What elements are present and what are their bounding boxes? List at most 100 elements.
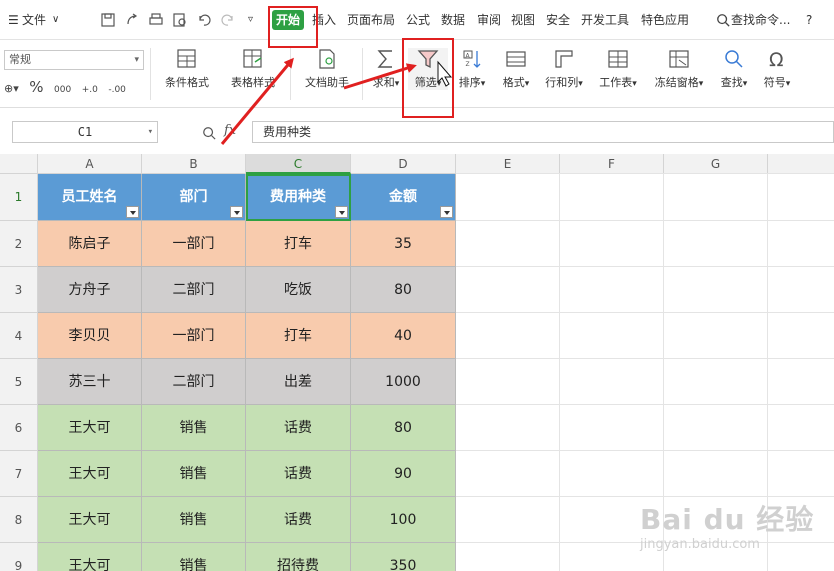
print-icon[interactable] — [148, 12, 164, 28]
cell-amount[interactable]: 80 — [351, 267, 456, 313]
cell-amount[interactable]: 90 — [351, 451, 456, 497]
row-header[interactable]: 8 — [0, 497, 38, 543]
select-all-corner[interactable] — [0, 154, 38, 174]
header-cell-expense-type[interactable]: 费用种类 — [246, 174, 351, 221]
cell-department[interactable]: 一部门 — [142, 221, 246, 267]
cell-expense-type[interactable]: 打车 — [246, 313, 351, 359]
freeze-panes-button[interactable]: 冻结窗格▾ — [650, 48, 708, 90]
column-header-b[interactable]: B — [142, 154, 246, 174]
cell-name[interactable]: 王大可 — [38, 451, 142, 497]
row-header[interactable]: 5 — [0, 359, 38, 405]
fx-icon[interactable]: fx — [224, 123, 236, 138]
cell-department[interactable]: 二部门 — [142, 267, 246, 313]
undo-icon[interactable] — [196, 12, 212, 28]
symbol-button[interactable]: Ω 符号▾ — [758, 48, 796, 90]
row-header[interactable]: 6 — [0, 405, 38, 451]
save-icon[interactable] — [100, 12, 116, 28]
conditional-format-button[interactable]: 条件格式 — [158, 48, 216, 90]
header-cell-department[interactable]: 部门 — [142, 174, 246, 221]
tab-review[interactable]: 审阅 — [477, 0, 501, 40]
cell-name[interactable]: 王大可 — [38, 497, 142, 543]
column-header-d[interactable]: D — [351, 154, 456, 174]
row-header[interactable]: 3 — [0, 267, 38, 313]
decrease-decimal-button[interactable]: -.00 — [108, 85, 126, 95]
rows-cols-button[interactable]: 行和列▾ — [540, 48, 588, 90]
cell-amount[interactable]: 1000 — [351, 359, 456, 405]
tab-page-layout[interactable]: 页面布局 — [347, 0, 395, 40]
cell-name[interactable]: 李贝贝 — [38, 313, 142, 359]
sum-button[interactable]: 求和▾ — [368, 48, 404, 90]
filter-dropdown-icon[interactable] — [440, 206, 453, 218]
filter-dropdown-icon[interactable] — [126, 206, 139, 218]
filter-dropdown-icon[interactable] — [335, 206, 348, 218]
tab-data[interactable]: 数据 — [441, 0, 465, 40]
cell-name[interactable]: 苏三十 — [38, 359, 142, 405]
cell-department[interactable]: 一部门 — [142, 313, 246, 359]
tab-developer[interactable]: 开发工具 — [581, 0, 629, 40]
cell-amount[interactable]: 350 — [351, 543, 456, 571]
search-commands[interactable]: 查找命令... — [731, 0, 790, 40]
export-icon[interactable] — [124, 12, 140, 28]
cell-amount[interactable]: 100 — [351, 497, 456, 543]
cell-expense-type[interactable]: 出差 — [246, 359, 351, 405]
increase-decimal-button[interactable]: +.0 — [82, 85, 98, 95]
tab-security[interactable]: 安全 — [546, 0, 570, 40]
cell-amount[interactable]: 40 — [351, 313, 456, 359]
row-header[interactable]: 9 — [0, 543, 38, 571]
help-icon[interactable]: ? — [806, 0, 812, 40]
row-header[interactable]: 7 — [0, 451, 38, 497]
currency-icon[interactable]: ⊕▾ — [4, 82, 19, 95]
column-header-c[interactable]: C — [246, 154, 351, 174]
percent-button[interactable]: % — [29, 78, 43, 96]
cell-amount[interactable]: 80 — [351, 405, 456, 451]
tab-view[interactable]: 视图 — [511, 0, 535, 40]
thousands-button[interactable]: 000 — [54, 85, 71, 95]
search-icon[interactable] — [716, 13, 730, 27]
number-format-select[interactable]: 常规 ▾ — [4, 50, 144, 70]
column-header-f[interactable]: F — [560, 154, 664, 174]
tab-formulas[interactable]: 公式 — [406, 0, 430, 40]
cell-expense-type[interactable]: 招待费 — [246, 543, 351, 571]
cell-department[interactable]: 销售 — [142, 497, 246, 543]
cell-amount[interactable]: 35 — [351, 221, 456, 267]
cell-department[interactable]: 销售 — [142, 543, 246, 571]
row-header[interactable]: 2 — [0, 221, 38, 267]
quick-access-dropdown-icon[interactable]: ▿ — [248, 0, 253, 40]
print-preview-icon[interactable] — [172, 12, 188, 28]
file-menu-chevron-icon[interactable]: ∨ — [52, 0, 59, 40]
cell-name[interactable]: 方舟子 — [38, 267, 142, 313]
menu-icon[interactable]: ☰ — [8, 0, 19, 40]
cell-name[interactable]: 王大可 — [38, 543, 142, 571]
cell-expense-type[interactable]: 话费 — [246, 405, 351, 451]
cell-department[interactable]: 销售 — [142, 405, 246, 451]
column-header-h[interactable] — [768, 154, 834, 174]
column-header-g[interactable]: G — [664, 154, 768, 174]
doc-assistant-button[interactable]: 文档助手 — [300, 48, 354, 90]
cell-name[interactable]: 王大可 — [38, 405, 142, 451]
cell-expense-type[interactable]: 吃饭 — [246, 267, 351, 313]
cell-expense-type[interactable]: 打车 — [246, 221, 351, 267]
format-button[interactable]: 格式▾ — [498, 48, 534, 90]
row-header[interactable]: 1 — [0, 174, 38, 221]
cell-name[interactable]: 陈启子 — [38, 221, 142, 267]
header-cell-amount[interactable]: 金额 — [351, 174, 456, 221]
table-style-button[interactable]: 表格样式 — [224, 48, 282, 90]
cell-department[interactable]: 二部门 — [142, 359, 246, 405]
header-cell-name[interactable]: 员工姓名 — [38, 174, 142, 221]
cell-department[interactable]: 销售 — [142, 451, 246, 497]
formula-input[interactable]: 费用种类 — [252, 121, 834, 143]
tab-special-apps[interactable]: 特色应用 — [641, 0, 689, 40]
file-menu[interactable]: 文件 — [22, 0, 46, 40]
name-box[interactable]: C1 ▾ — [12, 121, 158, 143]
find-button[interactable]: 查找▾ — [716, 48, 752, 90]
row-header[interactable]: 4 — [0, 313, 38, 359]
filter-dropdown-icon[interactable] — [230, 206, 243, 218]
worksheet-button[interactable]: 工作表▾ — [594, 48, 642, 90]
column-header-e[interactable]: E — [456, 154, 560, 174]
cell-expense-type[interactable]: 话费 — [246, 451, 351, 497]
redo-icon[interactable] — [220, 12, 236, 28]
column-header-a[interactable]: A — [38, 154, 142, 174]
sort-button[interactable]: AZ 排序▾ — [454, 48, 490, 90]
cell-expense-type[interactable]: 话费 — [246, 497, 351, 543]
zoom-icon[interactable] — [202, 126, 216, 140]
